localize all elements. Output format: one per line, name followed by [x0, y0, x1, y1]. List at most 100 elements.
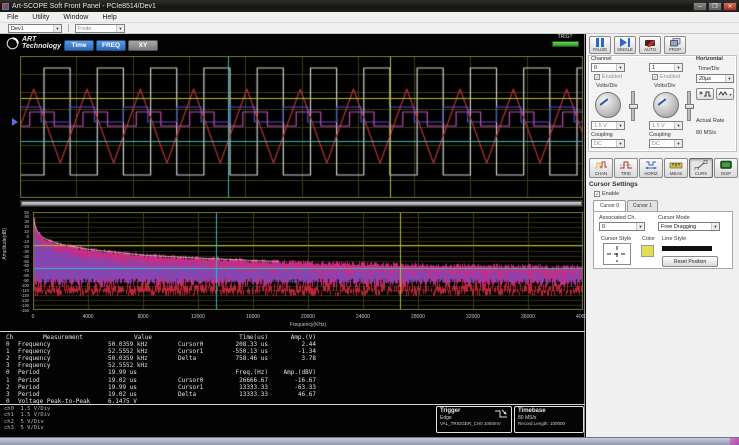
menu-file[interactable]: File [0, 14, 25, 21]
measurement-cell: 0 [2, 369, 18, 376]
chevron-down-icon: ▼ [674, 140, 682, 147]
measurement-cell: 52.5552 kHz [108, 362, 178, 369]
timediv-select[interactable]: 20µs ▼ [696, 74, 734, 83]
wave-mode-button[interactable]: ▾ [716, 88, 734, 100]
channel1-select[interactable]: 1 ▼ [649, 63, 683, 72]
measurement-cell: Cursor1 [178, 348, 214, 355]
measurement-cell: 2 [2, 384, 18, 391]
channel0-range-select[interactable]: 1.5 V ▼ [591, 121, 625, 130]
title-bar: Art-SCOPE Soft Front Panel - PCIe8514/De… [0, 0, 739, 12]
tab-cursor-0[interactable]: Cursor 0 [593, 200, 626, 211]
menu-utility[interactable]: Utility [25, 14, 56, 21]
prop-button[interactable]: PROP [664, 36, 686, 54]
checkbox-check-icon: ✓ [652, 74, 658, 80]
xy-view-button[interactable]: XY [128, 40, 158, 51]
zoom-wave-button[interactable] [696, 88, 714, 100]
channel1-position-slider[interactable] [687, 91, 691, 121]
associated-ch-select[interactable]: 0 ▼ [599, 222, 645, 231]
menu-window[interactable]: Window [56, 14, 95, 21]
measurement-cell: 52.5552 kHz [108, 348, 178, 355]
channel1-enabled-checkbox[interactable]: ✓ Enabled [652, 74, 680, 80]
measurement-header-cell [178, 334, 214, 341]
fft-x-axis-label: Frequency(KHz) [290, 322, 326, 328]
measurement-cell: Delta [178, 355, 214, 362]
cursor-mode-select[interactable]: Free Dragging ▼ [658, 222, 720, 231]
separator-line [0, 404, 585, 405]
measurement-cell: 13333.33 [214, 384, 272, 391]
tab-meas[interactable]: MEAS [664, 158, 688, 178]
auto-button[interactable]: AUTO [639, 36, 661, 54]
cursor-enable-checkbox[interactable]: ✓ Enable [594, 191, 619, 197]
scrollbar-thumb[interactable] [22, 202, 581, 205]
measurement-cell: 19.02 us [108, 391, 178, 398]
tab-disp[interactable]: DISP [714, 158, 738, 178]
menu-help[interactable]: Help [95, 14, 123, 21]
device-select[interactable]: Dev1 ▼ [8, 24, 62, 33]
taskbar [0, 437, 739, 445]
measurement-cell: 208.33 us [214, 341, 272, 348]
time-view-button[interactable]: Time [64, 40, 94, 51]
knob-pointer-icon [657, 98, 666, 106]
fft-plot[interactable] [33, 212, 583, 310]
channel1-coupling-select[interactable]: DC ▼ [649, 139, 683, 148]
tab-trig[interactable]: TRIG [614, 158, 638, 178]
scope-scrollbar[interactable] [20, 200, 583, 207]
channel0-enabled-checkbox[interactable]: ✓ Enabled [594, 74, 622, 80]
measurement-cell [272, 362, 320, 369]
trigger-icon [619, 160, 633, 170]
single-button[interactable]: SINGLE [614, 36, 636, 54]
scope-plot[interactable] [20, 56, 583, 198]
fft-y-tick: -150 [0, 308, 29, 313]
measurement-cell [214, 362, 272, 369]
channel1-voltsdiv-knob[interactable] [653, 92, 679, 118]
chevron-down-icon: ▼ [616, 64, 624, 71]
chevron-down-icon: ▼ [674, 122, 682, 129]
measurement-cell: -550.13 us [214, 348, 272, 355]
channel0-voltsdiv-knob[interactable] [595, 92, 621, 118]
single-icon [620, 38, 631, 47]
tab-cursor-1[interactable]: Cursor 1 [627, 200, 658, 211]
channel1-range-select[interactable]: 1.5 V ▼ [649, 121, 683, 130]
chevron-down-icon: ▼ [725, 75, 733, 82]
cursor-style-box[interactable] [603, 243, 631, 265]
line-style-label: Line Style [662, 236, 686, 242]
fft-x-tick: 12000 [191, 314, 205, 320]
measurement-cell: Period [18, 369, 108, 376]
measurement-cell: 46.67 [272, 391, 320, 398]
associated-ch-label: Associated Ch. [599, 215, 636, 221]
freq-view-button[interactable]: FREQ [96, 40, 126, 51]
trigger-level-marker-icon[interactable] [12, 118, 18, 126]
channel0-select[interactable]: 0 ▼ [591, 63, 625, 72]
channel0-position-slider[interactable] [631, 91, 635, 121]
pause-icon [595, 38, 605, 47]
timebase-info-box: Timebase 80 MS/s Record Length: 100000 [514, 406, 584, 433]
toolbar: Dev1 ▼ Finite ▼ [0, 23, 739, 34]
tab-chan[interactable]: CHAN [589, 158, 613, 178]
channel0-coupling-select[interactable]: DC ▼ [591, 139, 625, 148]
tab-curs[interactable]: CURS [689, 158, 713, 178]
slider-thumb[interactable] [629, 104, 638, 109]
measurement-cell: 19.99 us [108, 369, 178, 376]
measurement-header-cell: Value [108, 334, 178, 341]
window-title: Art-SCOPE Soft Front Panel - PCIe8514/De… [12, 3, 156, 10]
tab-horiz[interactable]: HORIZ [639, 158, 663, 178]
minimize-button[interactable]: – [693, 2, 707, 11]
pause-button[interactable]: PAUSE [589, 36, 611, 54]
cursor-mode-label: Cursor Mode [658, 215, 690, 221]
close-button[interactable]: ✕ [723, 2, 737, 11]
measurement-header-cell: Time(us) [214, 334, 272, 341]
measurement-header-cell: Ch [2, 334, 18, 341]
mode-select[interactable]: Finite ▼ [75, 24, 125, 33]
slider-thumb[interactable] [685, 104, 694, 109]
trigger-status-led [552, 41, 579, 47]
cursor-color-swatch[interactable] [641, 245, 654, 257]
maximize-button[interactable]: ❐ [708, 2, 722, 11]
line-style-preview[interactable] [662, 246, 712, 251]
brand-line1: ART [22, 36, 61, 43]
coupling-label: Coupling [649, 132, 671, 138]
measurement-cell: 50.0359 kHz [108, 355, 178, 362]
reset-position-button[interactable]: Reset Position [662, 256, 718, 267]
logo-icon [6, 37, 19, 50]
measurement-cell: Amp.(dBV) [272, 369, 320, 376]
measurement-cell: 0 [2, 341, 18, 348]
